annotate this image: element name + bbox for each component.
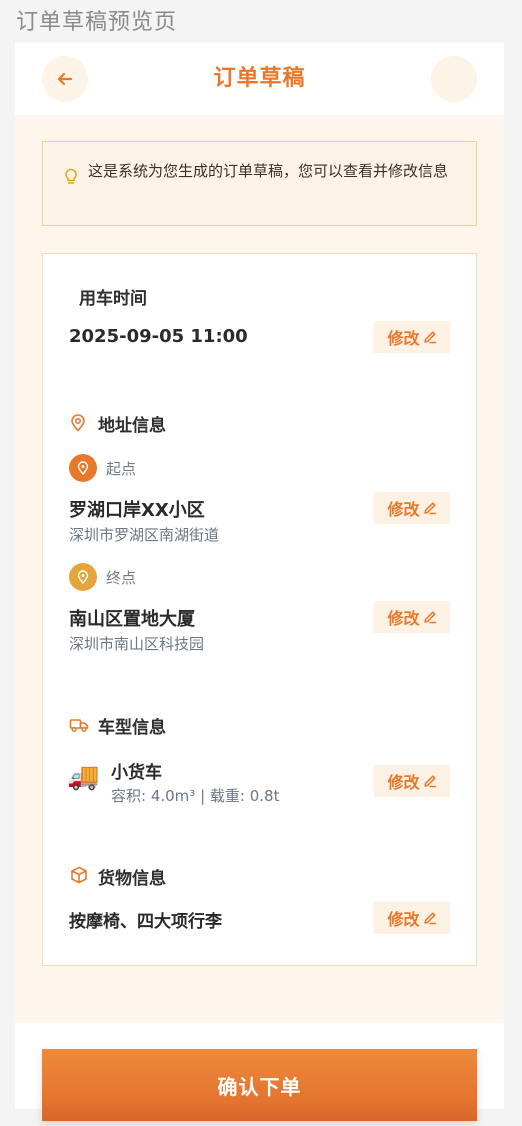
edit-label: 修改	[387, 773, 420, 792]
pencil-icon	[423, 775, 436, 788]
address-section-title: 地址信息	[98, 416, 166, 436]
time-section-title: 用车时间	[79, 289, 147, 309]
truck-icon: 🚚	[67, 762, 100, 792]
cargo-section-title: 货物信息	[98, 869, 166, 889]
edit-start-address-button[interactable]: 修改	[374, 492, 450, 524]
main-content: 这是系统为您生成的订单草稿，您可以查看并修改信息 用车时间 2025-09-05…	[15, 115, 504, 1023]
footer: 确认下单	[15, 1023, 504, 1121]
cargo-value: 按摩椅、四大项行李	[69, 912, 222, 932]
time-value: 2025-09-05 11:00	[69, 326, 248, 347]
end-pin	[69, 563, 97, 591]
map-pin-icon	[77, 461, 89, 475]
map-pin-icon	[77, 570, 89, 584]
edit-label: 修改	[387, 609, 420, 628]
header-action-placeholder[interactable]	[431, 56, 477, 102]
vehicle-section-title: 车型信息	[98, 718, 166, 738]
vehicle-name: 小货车	[111, 763, 162, 783]
truck-icon	[69, 719, 89, 733]
edit-label: 修改	[387, 329, 420, 348]
end-label: 终点	[106, 569, 137, 587]
map-pin-icon	[71, 414, 85, 432]
start-address-detail: 深圳市罗湖区南湖街道	[69, 526, 220, 544]
pencil-icon	[423, 611, 436, 624]
start-label: 起点	[106, 460, 137, 478]
confirm-order-button[interactable]: 确认下单	[42, 1049, 477, 1121]
end-address-name: 南山区置地大厦	[69, 609, 195, 630]
pencil-icon	[423, 912, 436, 925]
edit-vehicle-button[interactable]: 修改	[374, 765, 450, 797]
start-address-name: 罗湖口岸XX小区	[69, 500, 205, 521]
box-icon	[71, 866, 87, 884]
edit-label: 修改	[387, 500, 420, 519]
notice-text: 这是系统为您生成的订单草稿，您可以查看并修改信息	[88, 162, 449, 180]
back-button[interactable]	[42, 56, 88, 102]
edit-label: 修改	[387, 910, 420, 929]
pencil-icon	[423, 331, 436, 344]
top-bar: 订单草稿	[15, 42, 504, 115]
edit-end-address-button[interactable]: 修改	[374, 601, 450, 633]
vehicle-spec: 容积: 4.0m³ | 载重: 0.8t	[111, 787, 280, 805]
order-draft-card: 用车时间 2025-09-05 11:00 修改 地址信息 起点 罗湖口岸XX小…	[42, 253, 477, 966]
edit-cargo-button[interactable]: 修改	[374, 902, 450, 934]
arrow-left-icon	[57, 72, 73, 86]
notice-banner: 这是系统为您生成的订单草稿，您可以查看并修改信息	[42, 141, 477, 226]
phone-frame: 订单草稿 这是系统为您生成的订单草稿，您可以查看并修改信息 用车时间 2025-…	[15, 42, 504, 1121]
page-label: 订单草稿预览页	[16, 10, 178, 35]
start-pin	[69, 454, 97, 482]
end-address-detail: 深圳市南山区科技园	[69, 635, 205, 653]
lightbulb-icon	[65, 168, 77, 184]
edit-time-button[interactable]: 修改	[374, 321, 450, 353]
pencil-icon	[423, 502, 436, 515]
